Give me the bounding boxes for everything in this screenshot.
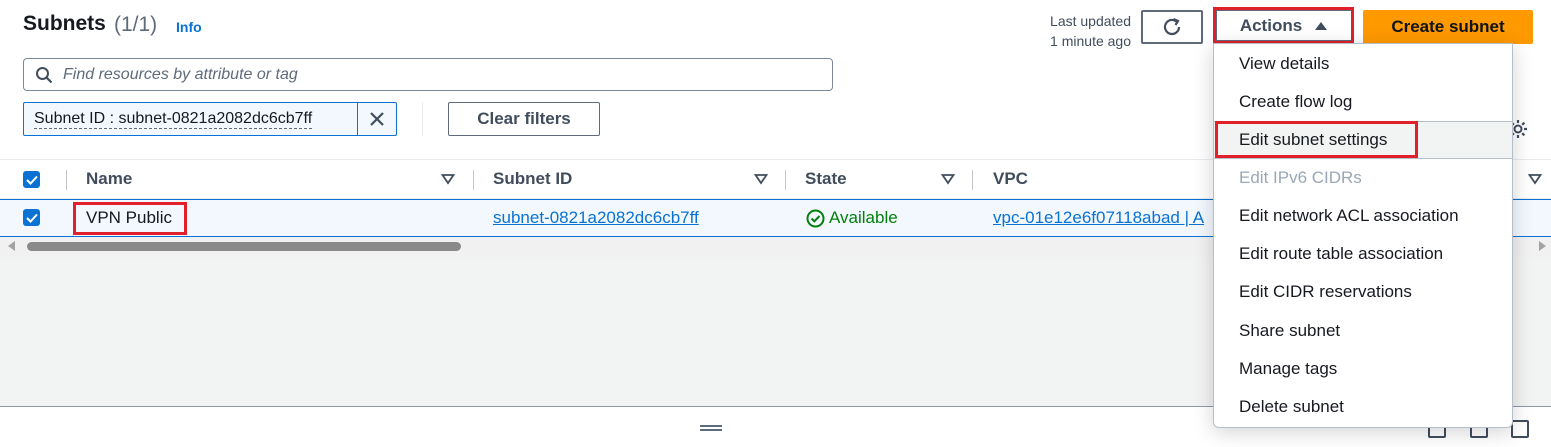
menu-item-edit-subnet-settings[interactable]: Edit subnet settings (1214, 121, 1512, 159)
refresh-button[interactable] (1141, 10, 1203, 44)
filter-divider (422, 102, 423, 136)
row-checkbox[interactable] (23, 209, 40, 226)
drag-handle-icon[interactable] (700, 425, 722, 431)
remove-filter-button[interactable] (358, 103, 396, 135)
close-icon (370, 112, 384, 126)
info-link[interactable]: Info (176, 19, 202, 35)
menu-item-edit-cidr-reservations[interactable]: Edit CIDR reservations (1214, 273, 1512, 311)
cell-name: VPN Public (86, 208, 172, 227)
resource-count: (1/1) (114, 13, 158, 36)
column-separator (473, 170, 474, 190)
sort-icon[interactable] (941, 173, 955, 185)
check-circle-icon (806, 209, 825, 227)
panel-hide-icon[interactable] (1511, 420, 1529, 438)
search-input[interactable] (63, 65, 813, 84)
actions-button[interactable]: Actions (1215, 9, 1353, 42)
menu-item-create-flow-log[interactable]: Create flow log (1214, 83, 1512, 121)
last-updated-text: Last updated 1 minute ago (1020, 11, 1131, 51)
clear-filters-button[interactable]: Clear filters (448, 102, 600, 136)
scrollbar-thumb[interactable] (27, 242, 461, 251)
caret-up-icon (1315, 21, 1328, 30)
vpc-link[interactable]: vpc-01e12e6f07118abad | A (993, 200, 1213, 236)
menu-item-delete-subnet[interactable]: Delete subnet (1214, 388, 1512, 426)
status-text: Available (829, 208, 898, 227)
menu-item-edit-ipv6-cidrs: Edit IPv6 CIDRs (1239, 168, 1362, 187)
sort-icon[interactable] (441, 173, 455, 185)
column-header-name[interactable]: Name (86, 160, 132, 198)
subnet-id-link[interactable]: subnet-0821a2082dc6cb7ff (493, 200, 699, 236)
create-subnet-button[interactable]: Create subnet (1363, 10, 1533, 44)
column-separator (972, 170, 973, 190)
refresh-icon (1163, 17, 1181, 36)
search-icon (36, 66, 53, 83)
checkmark-icon (25, 175, 38, 185)
column-header-vpc[interactable]: VPC (993, 160, 1028, 198)
scroll-left-icon[interactable] (8, 241, 15, 251)
menu-item-edit-route-table[interactable]: Edit route table association (1214, 235, 1512, 273)
column-header-subnet-id[interactable]: Subnet ID (493, 160, 572, 198)
filter-token[interactable]: Subnet ID : subnet-0821a2082dc6cb7ff (23, 102, 397, 136)
column-separator (66, 170, 67, 190)
scroll-right-icon[interactable] (1539, 241, 1546, 251)
sort-icon[interactable] (754, 173, 768, 185)
actions-dropdown-menu: View details Create flow log Edit subnet… (1213, 43, 1513, 428)
menu-item-edit-network-acl[interactable]: Edit network ACL association (1214, 197, 1512, 235)
menu-item-share-subnet[interactable]: Share subnet (1214, 312, 1512, 350)
filter-token-label[interactable]: Subnet ID : subnet-0821a2082dc6cb7ff (24, 103, 359, 135)
column-header-state[interactable]: State (805, 160, 847, 198)
column-separator (785, 170, 786, 190)
last-updated-label: Last updated (1050, 13, 1131, 29)
actions-label: Actions (1239, 15, 1303, 35)
status-badge: Available (806, 200, 898, 236)
page-title: Subnets (23, 12, 106, 35)
last-updated-time: 1 minute ago (1050, 33, 1131, 49)
checkmark-icon (25, 213, 38, 223)
sort-icon[interactable] (1528, 173, 1542, 185)
select-all-checkbox[interactable] (23, 171, 40, 188)
search-field[interactable] (23, 58, 833, 91)
menu-item-view-details[interactable]: View details (1214, 45, 1512, 83)
menu-item-manage-tags[interactable]: Manage tags (1214, 350, 1512, 388)
